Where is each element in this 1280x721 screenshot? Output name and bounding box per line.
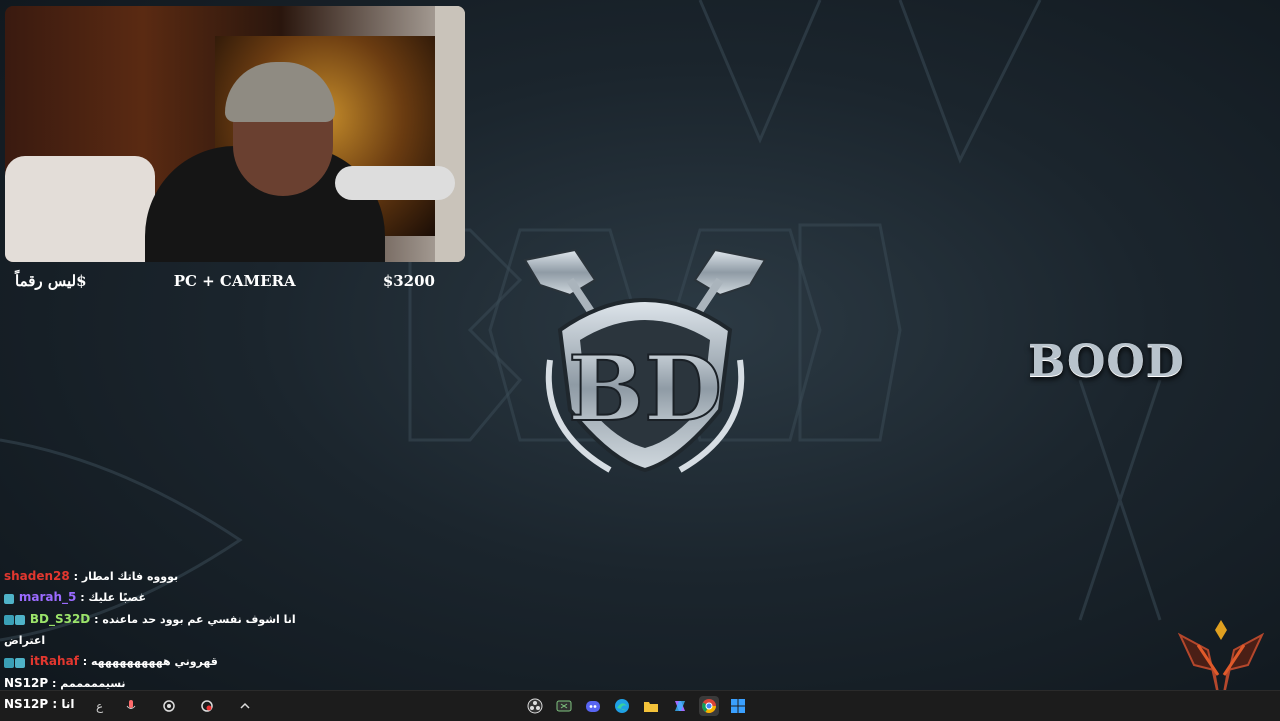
donation-left-label: ليس رقماً$ xyxy=(15,272,87,290)
wall xyxy=(435,6,465,262)
microphone xyxy=(335,166,455,200)
system-tray: ع xyxy=(96,691,255,721)
chat-separator: : xyxy=(76,591,89,604)
chat-text: بوووه فاتك امطار xyxy=(81,570,179,583)
chat-text: قهروني ههههههههههه xyxy=(90,655,218,668)
chat-message-overflow: NS12P : انا xyxy=(4,697,75,711)
chevron-up-icon[interactable] xyxy=(235,696,255,716)
chat-message: itRahaf : قهروني ههههههههههه xyxy=(4,651,334,673)
chat-message: BD_S32D : انا اشوف نفسي عم بوود حد ماعند… xyxy=(4,609,334,631)
chair xyxy=(5,156,155,262)
copilot-icon[interactable] xyxy=(670,696,690,716)
moderator-badge-icon xyxy=(4,657,14,668)
chat-message: shaden28 : بوووه فاتك امطار xyxy=(4,566,334,587)
chat-separator: : xyxy=(90,612,103,626)
chat-separator: : xyxy=(48,676,61,690)
windows-start-icon[interactable] xyxy=(728,696,748,716)
subscriber-badge-icon xyxy=(15,615,25,625)
donation-goal-bar: ليس رقماً$ PC + CAMERA $3200 xyxy=(5,268,465,294)
webcam-feed xyxy=(5,6,465,262)
record-icon[interactable] xyxy=(197,696,217,716)
chat-username: NS12P xyxy=(4,675,49,690)
chat-text: نسيمممممم xyxy=(60,676,126,690)
chat-username: BD_S32D xyxy=(29,611,91,626)
chat-username: shaden28 xyxy=(4,569,70,583)
chat-username: itRahaf xyxy=(29,654,79,668)
bood-shield-logo: BD xyxy=(523,248,767,473)
network-icon[interactable] xyxy=(159,696,179,716)
file-explorer-icon[interactable] xyxy=(641,696,661,716)
brand-name: BOOD xyxy=(1028,336,1185,387)
chat-username: marah_5 xyxy=(18,590,77,604)
logo-letters: BD xyxy=(568,336,722,442)
donation-center-label: PC + CAMERA xyxy=(173,272,296,290)
subscriber-badge-icon xyxy=(4,593,14,604)
xbox-icon[interactable] xyxy=(554,696,574,716)
keyboard-language-indicator[interactable]: ع xyxy=(96,699,103,713)
edge-icon[interactable] xyxy=(612,696,632,716)
chat-message: marah_5 : غصبًا عليك xyxy=(4,587,334,609)
chrome-icon[interactable] xyxy=(699,696,719,716)
discord-icon[interactable] xyxy=(583,696,603,716)
mic-icon[interactable] xyxy=(121,696,141,716)
chat-overlay: shaden28 : بوووه فاتك امطار marah_5 : غص… xyxy=(4,566,334,694)
chat-username: NS12P xyxy=(4,697,49,711)
chat-separator: : xyxy=(78,655,91,668)
windows-taskbar: NS12P : انا ع xyxy=(0,690,1280,721)
subscriber-badge-icon xyxy=(15,657,25,668)
taskbar-apps xyxy=(525,691,748,721)
chat-text: غصبًا عليك xyxy=(88,591,146,604)
chat-separator: : xyxy=(69,570,82,583)
obs-icon[interactable] xyxy=(525,696,545,716)
chat-text: انا اشوف نفسي عم بوود حد ماعنده xyxy=(102,612,296,626)
chat-text: انا xyxy=(61,697,75,711)
moderator-badge-icon xyxy=(4,615,14,625)
chat-message-continuation: اعتراض xyxy=(4,634,46,647)
donation-amount: $3200 xyxy=(382,272,435,290)
